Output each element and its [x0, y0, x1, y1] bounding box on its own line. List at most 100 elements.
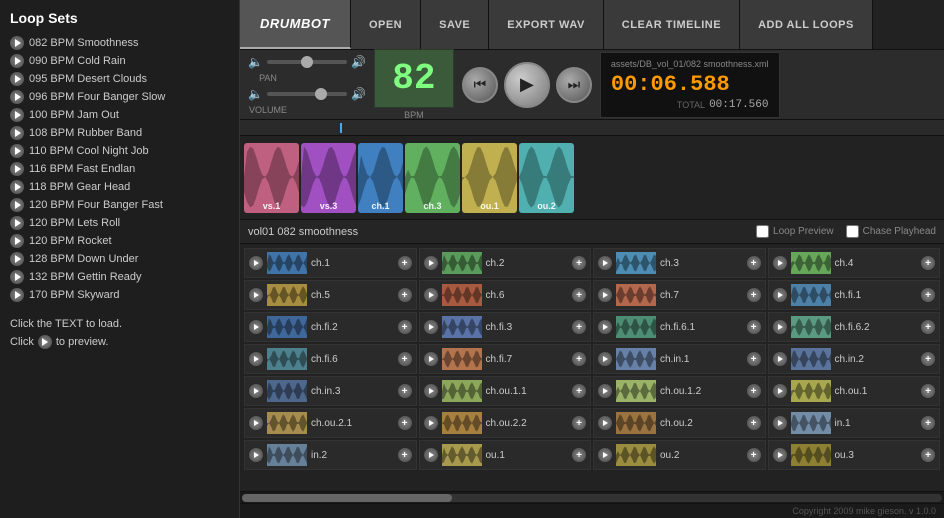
- loop-play-btn[interactable]: [424, 288, 438, 302]
- play-icon[interactable]: [10, 144, 24, 158]
- loop-play-btn[interactable]: [598, 384, 612, 398]
- sidebar-loop-item[interactable]: 116 BPM Fast Endlan: [10, 160, 229, 178]
- loop-cell[interactable]: ch.1 +: [244, 248, 417, 278]
- loop-add-btn[interactable]: +: [921, 416, 935, 430]
- play-icon[interactable]: [10, 216, 24, 230]
- loop-add-btn[interactable]: +: [921, 352, 935, 366]
- loop-play-btn[interactable]: [424, 320, 438, 334]
- sidebar-loop-item[interactable]: 096 BPM Four Banger Slow: [10, 88, 229, 106]
- play-icon[interactable]: [10, 126, 24, 140]
- volume-slider[interactable]: [267, 92, 347, 96]
- timeline-block[interactable]: ch.3: [405, 143, 460, 213]
- loop-play-btn[interactable]: [773, 416, 787, 430]
- loop-play-btn[interactable]: [424, 384, 438, 398]
- loop-add-btn[interactable]: +: [921, 288, 935, 302]
- sidebar-loop-item[interactable]: 095 BPM Desert Clouds: [10, 70, 229, 88]
- loop-add-btn[interactable]: +: [398, 256, 412, 270]
- loop-cell[interactable]: ch.3 +: [593, 248, 766, 278]
- clear-timeline-button[interactable]: CLEAR TIMELINE: [604, 0, 740, 49]
- loop-cell[interactable]: ch.4 +: [768, 248, 941, 278]
- timeline-block[interactable]: vs.1: [244, 143, 299, 213]
- sidebar-loop-item[interactable]: 120 BPM Lets Roll: [10, 214, 229, 232]
- loop-cell[interactable]: ou.2 +: [593, 440, 766, 470]
- chase-playhead-checkbox[interactable]: [846, 225, 859, 238]
- open-button[interactable]: OPEN: [351, 0, 421, 49]
- loop-cell[interactable]: ou.1 +: [419, 440, 592, 470]
- loop-play-btn[interactable]: [249, 416, 263, 430]
- scrollbar-thumb[interactable]: [242, 494, 452, 502]
- play-icon[interactable]: [10, 180, 24, 194]
- play-icon[interactable]: [10, 288, 24, 302]
- loop-cell[interactable]: ch.fi.6.2 +: [768, 312, 941, 342]
- timeline-block[interactable]: ou.2: [519, 143, 574, 213]
- loop-add-btn[interactable]: +: [921, 448, 935, 462]
- play-icon[interactable]: [10, 162, 24, 176]
- loop-add-btn[interactable]: +: [572, 352, 586, 366]
- loop-add-btn[interactable]: +: [747, 352, 761, 366]
- loop-cell[interactable]: in.2 +: [244, 440, 417, 470]
- rewind-button[interactable]: ⏮: [462, 67, 498, 103]
- loop-add-btn[interactable]: +: [572, 320, 586, 334]
- loop-add-btn[interactable]: +: [921, 256, 935, 270]
- loop-add-btn[interactable]: +: [572, 256, 586, 270]
- loop-cell[interactable]: ch.fi.6 +: [244, 344, 417, 374]
- sidebar-loop-item[interactable]: 082 BPM Smoothness: [10, 34, 229, 52]
- play-icon[interactable]: [10, 72, 24, 86]
- loop-cell[interactable]: ch.ou.1 +: [768, 376, 941, 406]
- loop-play-btn[interactable]: [598, 256, 612, 270]
- loop-cell[interactable]: ch.5 +: [244, 280, 417, 310]
- play-icon[interactable]: [10, 252, 24, 266]
- pan-slider[interactable]: [267, 60, 347, 64]
- fast-forward-button[interactable]: ⏭: [556, 67, 592, 103]
- loop-add-btn[interactable]: +: [572, 416, 586, 430]
- loop-cell[interactable]: ch.fi.7 +: [419, 344, 592, 374]
- loop-cell[interactable]: ch.fi.2 +: [244, 312, 417, 342]
- sidebar-loop-item[interactable]: 110 BPM Cool Night Job: [10, 142, 229, 160]
- loop-preview-checkbox[interactable]: [756, 225, 769, 238]
- loop-play-btn[interactable]: [249, 288, 263, 302]
- sidebar-loop-item[interactable]: 132 BPM Gettin Ready: [10, 268, 229, 286]
- loop-add-btn[interactable]: +: [747, 288, 761, 302]
- export-wav-button[interactable]: EXPORT WAV: [489, 0, 604, 49]
- timeline-block[interactable]: ou.1: [462, 143, 517, 213]
- sidebar-loop-item[interactable]: 090 BPM Cold Rain: [10, 52, 229, 70]
- loop-add-btn[interactable]: +: [747, 448, 761, 462]
- loop-add-btn[interactable]: +: [921, 384, 935, 398]
- loop-add-btn[interactable]: +: [398, 416, 412, 430]
- loop-add-btn[interactable]: +: [747, 320, 761, 334]
- loop-cell[interactable]: ch.ou.1.2 +: [593, 376, 766, 406]
- loop-cell[interactable]: ch.7 +: [593, 280, 766, 310]
- loop-play-btn[interactable]: [598, 288, 612, 302]
- loop-add-btn[interactable]: +: [747, 256, 761, 270]
- loop-cell[interactable]: ch.6 +: [419, 280, 592, 310]
- loop-play-btn[interactable]: [424, 352, 438, 366]
- loop-play-btn[interactable]: [249, 256, 263, 270]
- loop-cell[interactable]: ch.in.1 +: [593, 344, 766, 374]
- loop-play-btn[interactable]: [249, 448, 263, 462]
- loop-add-btn[interactable]: +: [572, 288, 586, 302]
- loop-cell[interactable]: ch.ou.2 +: [593, 408, 766, 438]
- play-icon[interactable]: [10, 54, 24, 68]
- sidebar-loop-item[interactable]: 108 BPM Rubber Band: [10, 124, 229, 142]
- play-icon[interactable]: [10, 36, 24, 50]
- loop-cell[interactable]: ch.fi.6.1 +: [593, 312, 766, 342]
- loop-play-btn[interactable]: [249, 320, 263, 334]
- loop-play-btn[interactable]: [773, 256, 787, 270]
- loop-play-btn[interactable]: [773, 384, 787, 398]
- timeline-track[interactable]: vs.1 vs.3 ch.1 ch.3 ou.1 ou.2: [240, 136, 944, 220]
- sidebar-loop-item[interactable]: 120 BPM Rocket: [10, 232, 229, 250]
- loop-add-btn[interactable]: +: [398, 448, 412, 462]
- loop-add-btn[interactable]: +: [398, 384, 412, 398]
- loop-add-btn[interactable]: +: [572, 448, 586, 462]
- loop-play-btn[interactable]: [773, 352, 787, 366]
- loop-play-btn[interactable]: [773, 448, 787, 462]
- drumbot-button[interactable]: drumbot: [240, 0, 351, 49]
- loop-add-btn[interactable]: +: [921, 320, 935, 334]
- play-icon[interactable]: [10, 108, 24, 122]
- loop-play-btn[interactable]: [598, 448, 612, 462]
- loop-play-btn[interactable]: [424, 416, 438, 430]
- loop-play-btn[interactable]: [424, 256, 438, 270]
- loop-play-btn[interactable]: [773, 288, 787, 302]
- timeline-block[interactable]: ch.1: [358, 143, 403, 213]
- sidebar-loop-item[interactable]: 118 BPM Gear Head: [10, 178, 229, 196]
